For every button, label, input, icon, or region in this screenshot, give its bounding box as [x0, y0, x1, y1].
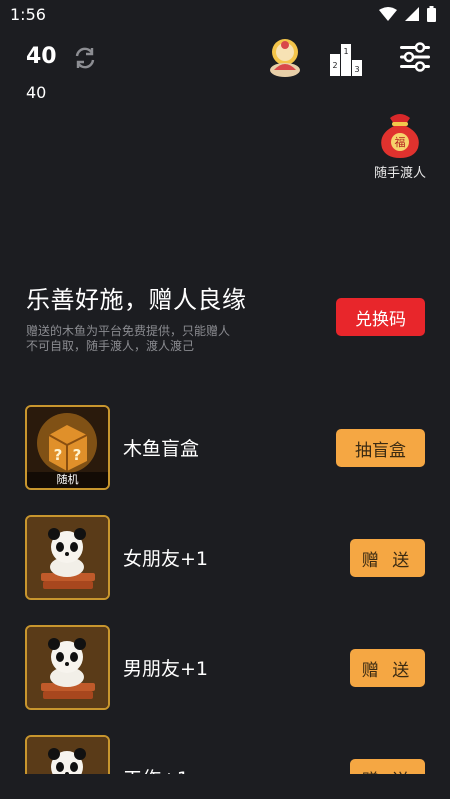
status-time: 1:56: [10, 5, 46, 24]
item-label: 女朋友+1: [123, 548, 209, 570]
panda-icon: [27, 737, 108, 774]
redeem-code-button[interactable]: 兑换码: [336, 298, 425, 336]
svg-text:3: 3: [354, 65, 359, 74]
settings-icon[interactable]: [398, 42, 432, 72]
list-item: ? ? 随机 木鱼盲盒 抽盲盒: [0, 400, 450, 490]
list-item: 男朋友+1 赠 送: [0, 620, 450, 710]
intro-description-line: 赠送的木鱼为平台免费提供，只能赠人: [26, 324, 231, 338]
item-label: 男朋友+1: [123, 658, 209, 680]
svg-text:2: 2: [332, 61, 337, 70]
panda-thumbnail: [25, 625, 110, 710]
panda-thumbnail: [25, 515, 110, 600]
wifi-icon: [379, 7, 397, 21]
svg-text:1: 1: [343, 47, 348, 56]
svg-text:?: ?: [54, 446, 63, 464]
list-item: 工作+1 赠 送: [0, 730, 450, 774]
svg-text:?: ?: [73, 446, 82, 464]
ranking-icon[interactable]: 2 1 3: [328, 40, 364, 76]
gift-button[interactable]: 赠 送: [350, 759, 425, 774]
merit-count: 40: [26, 44, 57, 69]
panda-icon: [27, 517, 108, 598]
buddha-icon[interactable]: [266, 36, 304, 78]
gift-button[interactable]: 赠 送: [350, 539, 425, 577]
draw-blind-box-button[interactable]: 抽盲盒: [336, 429, 425, 467]
item-label: 工作+1: [123, 764, 189, 774]
battery-icon: [427, 6, 436, 22]
gift-list: ? ? 随机 木鱼盲盒 抽盲盒 女朋友+1 赠 送 男朋友+1 赠 送: [0, 400, 450, 774]
signal-icon: [405, 7, 419, 21]
lucky-bag-icon: 福: [381, 114, 419, 158]
mystery-box-thumbnail: ? ? 随机: [25, 405, 110, 490]
intro-description-line: 不可自取，随手渡人，渡人渡己: [26, 339, 195, 353]
thumb-caption: 随机: [27, 472, 108, 488]
item-label: 木鱼盲盒: [123, 438, 200, 460]
gift-button[interactable]: 赠 送: [350, 649, 425, 687]
lucky-bag-char: 福: [395, 135, 406, 149]
lucky-bag-label: 随手渡人: [373, 166, 426, 181]
refresh-icon[interactable]: [72, 45, 98, 71]
bottom-bar: [0, 774, 450, 799]
merit-count-secondary: 40: [26, 83, 47, 102]
status-icons: [379, 6, 436, 22]
intro-description: 赠送的木鱼为平台免费提供，只能赠人 不可自取，随手渡人，渡人渡己: [26, 324, 266, 354]
panda-icon: [27, 627, 108, 708]
panda-thumbnail: [25, 735, 110, 774]
list-item: 女朋友+1 赠 送: [0, 510, 450, 600]
status-bar: 1:56: [0, 0, 450, 30]
lucky-bag-button[interactable]: 福 随手渡人: [368, 108, 432, 181]
page-headline: 乐善好施，赠人良缘: [26, 286, 247, 314]
